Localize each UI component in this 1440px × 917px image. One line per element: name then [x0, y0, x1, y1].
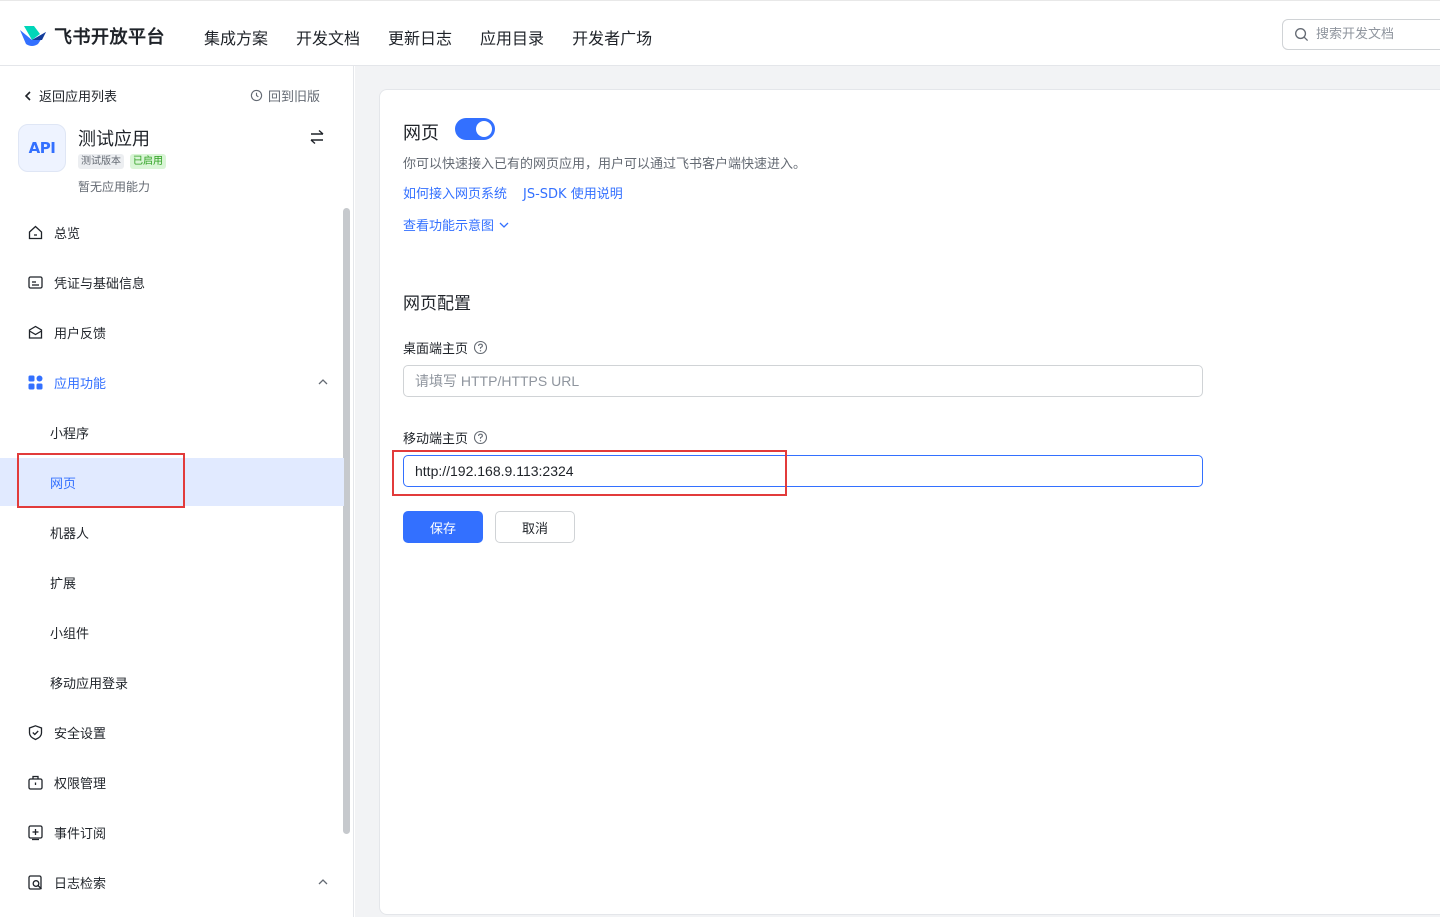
- top-nav: 集成方案 开发文档 更新日志 应用目录 开发者广场: [204, 25, 680, 49]
- sidebar-item-features[interactable]: 应用功能: [0, 358, 344, 406]
- sidebar-item-events[interactable]: 事件订阅: [0, 808, 344, 856]
- sidebar-item-label: 扩展: [50, 576, 77, 592]
- sidebar-item-miniprogram[interactable]: 小程序: [0, 408, 344, 456]
- sidebar-item-label: 机器人: [50, 526, 90, 542]
- sidebar-item-label: 日志检索: [54, 876, 107, 892]
- grid-apps-icon: [28, 375, 43, 389]
- sidebar-item-label: 小程序: [50, 426, 90, 442]
- sidebar-item-label: 权限管理: [54, 776, 107, 792]
- top-bar: 飞书开放平台 集成方案 开发文档 更新日志 应用目录 开发者广场: [0, 0, 1440, 66]
- content-card: [379, 89, 1440, 915]
- old-version-link[interactable]: 回到旧版: [250, 86, 320, 105]
- shield-icon: [28, 724, 43, 740]
- mail-icon: [28, 325, 43, 339]
- page-description: 你可以快速接入已有的网页应用，用户可以通过飞书客户端快速进入。: [403, 157, 807, 172]
- search-box[interactable]: [1282, 19, 1440, 50]
- app-description: 暂无应用能力: [78, 180, 151, 194]
- sidebar-item-label: 凭证与基础信息: [54, 276, 146, 292]
- version-badge: 测试版本: [78, 154, 124, 169]
- save-button[interactable]: 保存: [403, 511, 483, 543]
- app-name: 测试应用: [78, 129, 150, 150]
- switch-app-icon[interactable]: [308, 128, 326, 146]
- sidebar-item-label: 用户反馈: [54, 326, 107, 342]
- app-badges: 测试版本 已启用: [78, 154, 172, 169]
- back-to-app-list[interactable]: 返回应用列表: [22, 86, 117, 105]
- mobile-homepage-label: 移动端主页: [403, 428, 488, 447]
- sidebar-item-label: 安全设置: [54, 726, 107, 742]
- nav-item-developer-square[interactable]: 开发者广场: [572, 25, 652, 49]
- sidebar-item-webpage[interactable]: 网页: [0, 458, 344, 506]
- view-preview-link[interactable]: 查看功能示意图: [403, 215, 510, 234]
- chevron-up-icon: [318, 379, 328, 385]
- help-icon[interactable]: [473, 430, 488, 445]
- sidebar-item-label: 事件订阅: [54, 826, 107, 842]
- link-how-to-integrate[interactable]: 如何接入网页系统: [403, 183, 507, 202]
- link-jssdk-docs[interactable]: JS-SDK 使用说明: [523, 183, 623, 202]
- webpage-enable-toggle[interactable]: [455, 118, 495, 140]
- sidebar-item-bot[interactable]: 机器人: [0, 508, 344, 556]
- desktop-label-text: 桌面端主页: [403, 342, 469, 357]
- mobile-label-text: 移动端主页: [403, 432, 469, 447]
- nav-item-solutions[interactable]: 集成方案: [204, 25, 268, 49]
- sidebar-item-label: 小组件: [50, 626, 90, 642]
- sidebar-item-security[interactable]: 安全设置: [0, 708, 344, 756]
- chevron-left-icon: [24, 90, 31, 101]
- page-title: 网页: [403, 123, 439, 144]
- sidebar-item-overview[interactable]: 总览: [0, 208, 344, 256]
- chevron-up-icon: [318, 879, 328, 885]
- sidebar-item-label: 总览: [54, 226, 81, 242]
- sidebar-item-logs[interactable]: 日志检索: [0, 858, 344, 906]
- event-add-icon: [28, 824, 43, 840]
- sidebar-item-feedback[interactable]: 用户反馈: [0, 308, 344, 356]
- desktop-homepage-input[interactable]: [403, 365, 1203, 397]
- id-card-icon: [28, 275, 43, 289]
- search-icon: [1295, 28, 1309, 42]
- cancel-button[interactable]: 取消: [495, 511, 575, 543]
- back-label: 返回应用列表: [39, 90, 118, 105]
- old-version-label: 回到旧版: [268, 90, 321, 105]
- history-icon: [250, 89, 263, 102]
- sidebar-item-mobile-login[interactable]: 移动应用登录: [0, 658, 344, 706]
- sidebar-item-label: 移动应用登录: [50, 676, 129, 692]
- status-badge: 已启用: [130, 154, 166, 169]
- view-preview-label: 查看功能示意图: [403, 219, 495, 234]
- log-search-icon: [28, 874, 42, 890]
- briefcase-icon: [28, 775, 43, 790]
- sidebar-item-extension[interactable]: 扩展: [0, 558, 344, 606]
- app-avatar: API: [18, 124, 66, 172]
- desktop-homepage-label: 桌面端主页: [403, 338, 488, 357]
- chevron-down-icon: [499, 222, 509, 228]
- home-icon: [28, 225, 43, 239]
- sidebar-item-permissions[interactable]: 权限管理: [0, 758, 344, 806]
- logo[interactable]: 飞书开放平台: [18, 23, 165, 49]
- nav-item-app-directory[interactable]: 应用目录: [480, 25, 544, 49]
- logo-text: 飞书开放平台: [54, 27, 165, 48]
- feishu-logo-icon: [20, 26, 46, 46]
- nav-item-changelog[interactable]: 更新日志: [388, 25, 452, 49]
- sidebar-scrollbar[interactable]: [343, 208, 350, 834]
- help-icon[interactable]: [473, 340, 488, 355]
- sidebar-item-label: 网页: [50, 476, 77, 492]
- section-title: 网页配置: [403, 294, 471, 314]
- mobile-homepage-input[interactable]: [403, 455, 1203, 487]
- help-links: 如何接入网页系统 JS-SDK 使用说明: [403, 183, 639, 202]
- sidebar-item-credentials[interactable]: 凭证与基础信息: [0, 258, 344, 306]
- sidebar-item-widget[interactable]: 小组件: [0, 608, 344, 656]
- search-input[interactable]: [1316, 27, 1436, 42]
- sidebar-item-label: 应用功能: [54, 376, 107, 392]
- nav-item-docs[interactable]: 开发文档: [296, 25, 360, 49]
